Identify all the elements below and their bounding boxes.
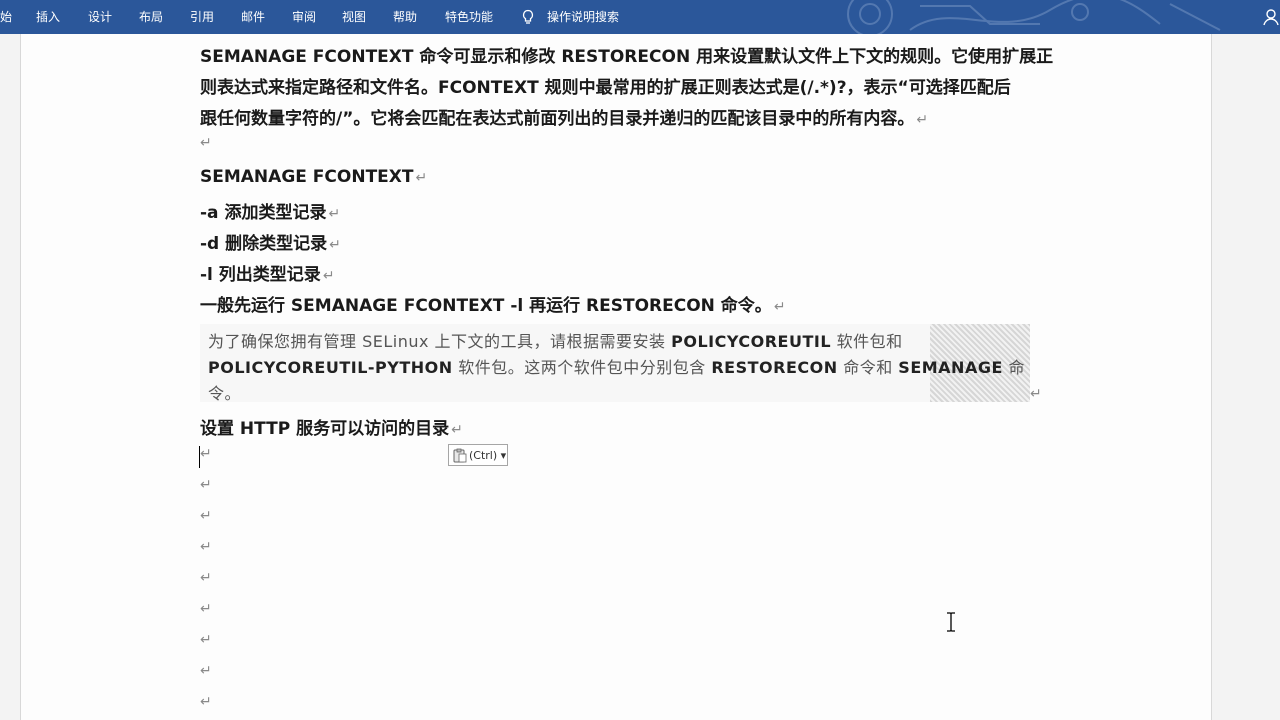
paragraph-mark: ↵ xyxy=(773,299,786,315)
run-instruction: 一般先运行 SEMANAGE FCONTEXT -l 再运行 RESTORECO… xyxy=(200,296,786,316)
tab-references[interactable]: 引用 xyxy=(190,0,214,34)
paragraph-mark: ↵ xyxy=(200,663,212,679)
tab-review[interactable]: 审阅 xyxy=(292,0,316,34)
tab-start[interactable]: 始 xyxy=(0,0,12,34)
tab-special-features[interactable]: 特色功能 xyxy=(445,0,493,34)
tab-design[interactable]: 设计 xyxy=(88,0,112,34)
paragraph-mark: ↵ xyxy=(200,539,212,555)
paragraph-mark: ↵ xyxy=(200,570,212,586)
paragraph-mark: ↵ xyxy=(1030,386,1042,402)
tab-layout[interactable]: 布局 xyxy=(139,0,163,34)
paragraph-mark: ↵ xyxy=(200,694,212,710)
paragraph-mark: ↵ xyxy=(200,601,212,617)
tab-mailings[interactable]: 邮件 xyxy=(241,0,265,34)
option-list: -l 列出类型记录 ↵ xyxy=(200,265,335,285)
ribbon-decoration xyxy=(847,0,1221,34)
note-line: 为了确保您拥有管理 SELinux 上下文的工具，请根据需要安装 POLICYC… xyxy=(208,332,903,351)
paragraph-mark: ↵ xyxy=(200,632,212,648)
paragraph-mark: ↵ xyxy=(916,112,929,128)
paragraph-mark: ↵ xyxy=(329,237,341,253)
tell-me-search[interactable]: 操作说明搜索 xyxy=(547,0,619,34)
option-add: -a 添加类型记录 ↵ xyxy=(200,203,341,223)
paragraph-mark: ↵ xyxy=(200,446,212,462)
paragraph-mark: ↵ xyxy=(451,422,463,438)
paragraph-line: SEMANAGE FCONTEXT 命令可显示和修改 RESTORECON 用来… xyxy=(200,47,1054,67)
section-heading: 设置 HTTP 服务可以访问的目录 ↵ xyxy=(200,419,463,439)
note-line: POLICYCOREUTIL-PYTHON 软件包。这两个软件包中分别包含 RE… xyxy=(208,358,1025,377)
tab-help[interactable]: 帮助 xyxy=(393,0,417,34)
dropdown-arrow-icon: ▾ xyxy=(500,449,507,462)
paragraph-mark: ↵ xyxy=(322,268,335,284)
tab-insert[interactable]: 插入 xyxy=(36,0,60,34)
paragraph-line: 则表达式来指定路径和文件名。FCONTEXT 规则中最常用的扩展正则表达式是(/… xyxy=(200,78,1011,98)
command-title: SEMANAGE FCONTEXT ↵ xyxy=(200,167,428,187)
ribbon-tab-bar: 始 插入 设计 布局 引用 邮件 审阅 视图 帮助 特色功能 操作说明搜索 xyxy=(0,0,1280,34)
paste-options-button[interactable]: (Ctrl) ▾ xyxy=(448,444,508,466)
paragraph-mark: ↵ xyxy=(200,477,212,493)
lightbulb-icon[interactable] xyxy=(520,9,536,25)
option-delete: -d 删除类型记录 ↵ xyxy=(200,234,341,254)
paragraph-mark: ↵ xyxy=(200,135,212,151)
account-icon[interactable] xyxy=(1262,8,1280,26)
paragraph-mark: ↵ xyxy=(200,508,212,524)
clipboard-icon xyxy=(453,448,467,463)
paragraph-line: 跟任何数量字符的/”。它将会匹配在表达式前面列出的目录并递归的匹配该目录中的所有… xyxy=(200,109,929,129)
note-line: 令。 xyxy=(208,384,242,403)
paste-options-label: (Ctrl) ▾ xyxy=(469,449,507,462)
pasted-note-image[interactable]: 为了确保您拥有管理 SELinux 上下文的工具，请根据需要安装 POLICYC… xyxy=(200,324,1030,403)
tab-view[interactable]: 视图 xyxy=(342,0,366,34)
paragraph-mark: ↵ xyxy=(415,170,428,186)
ibeam-cursor-icon xyxy=(947,612,955,632)
paragraph-mark: ↵ xyxy=(328,206,341,222)
